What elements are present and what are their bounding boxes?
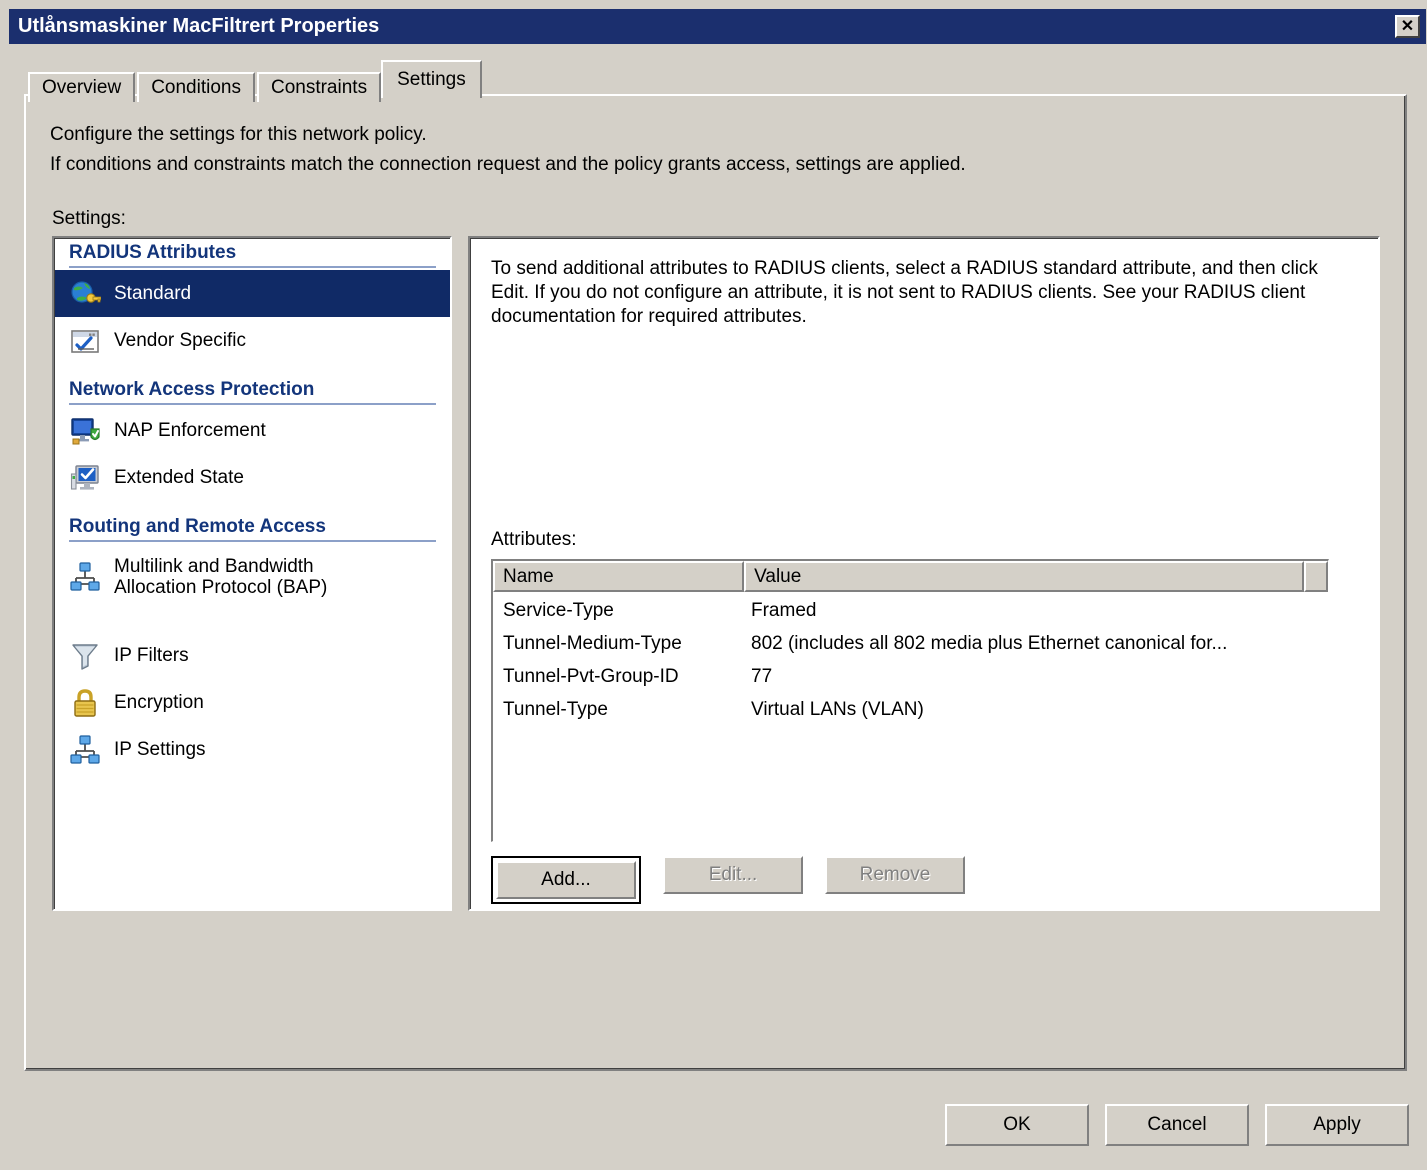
tree-group-divider bbox=[69, 540, 436, 542]
table-row[interactable]: Tunnel-Type Virtual LANs (VLAN) bbox=[493, 693, 1328, 726]
tab-constraints[interactable]: Constraints bbox=[256, 72, 382, 102]
sidebar-item-encryption[interactable]: Encryption bbox=[55, 679, 450, 726]
settings-label: Settings: bbox=[52, 208, 126, 229]
sidebar-item-label: Extended State bbox=[114, 466, 244, 488]
monitor-check-icon bbox=[69, 462, 101, 494]
sidebar-item-nap-enforcement[interactable]: NAP Enforcement bbox=[55, 407, 450, 454]
sidebar-item-label: NAP Enforcement bbox=[114, 419, 266, 441]
table-row[interactable]: Service-Type Framed bbox=[493, 594, 1328, 627]
cell-value: Virtual LANs (VLAN) bbox=[751, 698, 924, 720]
tab-overview[interactable]: Overview bbox=[28, 72, 136, 102]
dialog-button-bar: OK Cancel Apply bbox=[4, 1104, 1427, 1146]
tree-group-header: Network Access Protection bbox=[69, 379, 315, 400]
sidebar-item-extended-state[interactable]: Extended State bbox=[55, 454, 450, 501]
sidebar-item-label-line1: Multilink and Bandwidth bbox=[114, 555, 314, 577]
edit-button[interactable]: Edit... bbox=[663, 856, 803, 894]
details-description: To send additional attributes to RADIUS … bbox=[491, 258, 1318, 328]
tree-group-header: RADIUS Attributes bbox=[69, 242, 237, 263]
column-header-name[interactable]: Name bbox=[493, 561, 745, 592]
add-button[interactable]: Add... bbox=[496, 861, 636, 899]
remove-button[interactable]: Remove bbox=[825, 856, 965, 894]
cell-value: 802 (includes all 802 media plus Etherne… bbox=[751, 632, 1228, 654]
page-description-line1: Configure the settings for this network … bbox=[50, 124, 427, 145]
sidebar-item-label: Standard bbox=[114, 282, 192, 304]
cell-value: 77 bbox=[751, 665, 773, 687]
sidebar-item-label: IP Filters bbox=[114, 644, 189, 666]
edit-button-wrap: Edit... bbox=[663, 856, 803, 904]
tree-group-routing-and-remote-access: Routing and Remote Access bbox=[55, 513, 450, 539]
tree-group-network-access-protection: Network Access Protection bbox=[55, 376, 450, 402]
sidebar-item-vendor-specific[interactable]: Vendor Specific bbox=[55, 317, 450, 364]
tree-group-divider bbox=[69, 266, 436, 268]
close-icon[interactable]: ✕ bbox=[1395, 15, 1420, 38]
apply-button[interactable]: Apply bbox=[1265, 1104, 1409, 1146]
sidebar-item-label: Vendor Specific bbox=[114, 329, 247, 351]
tree-group-divider bbox=[69, 403, 436, 405]
funnel-icon bbox=[69, 640, 101, 672]
cancel-button[interactable]: Cancel bbox=[1105, 1104, 1249, 1146]
sidebar-item-label: Encryption bbox=[114, 691, 204, 713]
tab-conditions[interactable]: Conditions bbox=[137, 72, 255, 102]
window-title: Utlånsmaskiner MacFiltrert Properties bbox=[18, 15, 380, 37]
network-nodes-icon bbox=[69, 734, 101, 766]
sidebar-item-label: IP Settings bbox=[114, 738, 206, 760]
table-row[interactable]: Tunnel-Medium-Type 802 (includes all 802… bbox=[493, 627, 1328, 660]
attributes-label: Attributes: bbox=[491, 529, 577, 550]
listview-header: Name Value bbox=[493, 561, 1328, 592]
tab-strip: Overview Conditions Constraints Settings bbox=[28, 60, 482, 102]
add-button-focus-ring: Add... bbox=[491, 856, 641, 904]
listview-body: Service-Type Framed Tunnel-Medium-Type 8… bbox=[493, 592, 1328, 726]
attribute-actions: Add... Edit... Remove bbox=[491, 856, 987, 904]
cell-name: Tunnel-Type bbox=[503, 698, 608, 720]
cell-value: Framed bbox=[751, 599, 817, 621]
settings-tree-panel[interactable]: RADIUS Attributes Standard Vendor Specif… bbox=[52, 236, 452, 911]
tab-page-settings: Configure the settings for this network … bbox=[24, 94, 1407, 1071]
table-row[interactable]: Tunnel-Pvt-Group-ID 77 bbox=[493, 660, 1328, 693]
sidebar-item-ip-settings[interactable]: IP Settings bbox=[55, 726, 450, 773]
cell-name: Tunnel-Medium-Type bbox=[503, 632, 682, 654]
remove-button-wrap: Remove bbox=[825, 856, 965, 904]
column-header-value[interactable]: Value bbox=[744, 561, 1305, 592]
sidebar-item-ip-filters[interactable]: IP Filters bbox=[55, 632, 450, 679]
sidebar-item-label-line2: Allocation Protocol (BAP) bbox=[114, 577, 328, 598]
globe-key-icon bbox=[69, 278, 101, 310]
sidebar-item-multilink-bap[interactable]: Multilink and Bandwidth Allocation Proto… bbox=[55, 544, 450, 610]
network-nodes-icon bbox=[69, 561, 101, 593]
page-description-line2: If conditions and constraints match the … bbox=[50, 154, 966, 175]
sidebar-item-label: Multilink and Bandwidth Allocation Proto… bbox=[114, 556, 327, 599]
sidebar-item-standard[interactable]: Standard bbox=[55, 270, 450, 317]
tree-group-radius-attributes: RADIUS Attributes bbox=[55, 239, 450, 265]
padlock-icon bbox=[69, 687, 101, 719]
attributes-listview[interactable]: Name Value Service-Type Framed Tunnel-Me… bbox=[491, 559, 1329, 842]
ok-button[interactable]: OK bbox=[945, 1104, 1089, 1146]
column-header-blank[interactable] bbox=[1304, 561, 1328, 592]
details-panel: To send additional attributes to RADIUS … bbox=[468, 236, 1380, 911]
cell-name: Service-Type bbox=[503, 599, 614, 621]
tree-group-header: Routing and Remote Access bbox=[69, 516, 326, 537]
window-check-icon bbox=[69, 325, 101, 357]
title-bar: Utlånsmaskiner MacFiltrert Properties ✕ bbox=[9, 9, 1426, 44]
monitor-shield-icon bbox=[69, 415, 101, 447]
properties-dialog: Utlånsmaskiner MacFiltrert Properties ✕ … bbox=[0, 0, 1427, 1170]
cell-name: Tunnel-Pvt-Group-ID bbox=[503, 665, 679, 687]
tab-settings[interactable]: Settings bbox=[381, 60, 482, 98]
